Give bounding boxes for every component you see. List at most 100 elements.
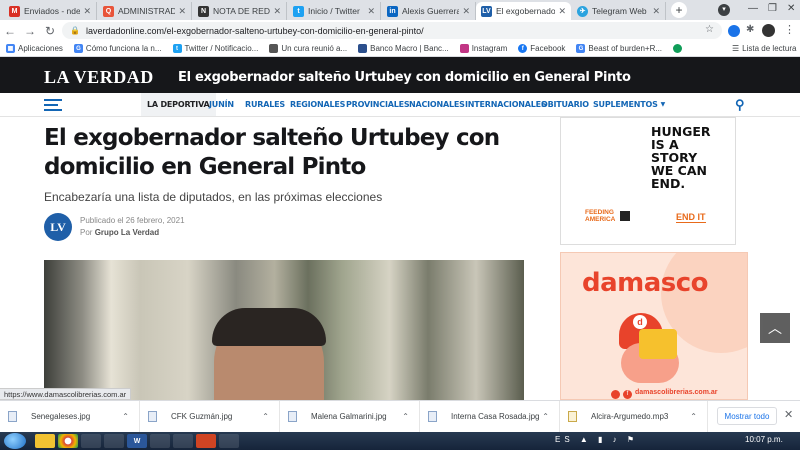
instagram-icon[interactable] <box>611 390 620 399</box>
address-bar[interactable]: 🔒 laverdadonline.com/el-exgobernador-sal… <box>62 22 722 39</box>
bookmark-item[interactable]: t Twitter / Notificacio... <box>172 44 258 53</box>
taskbar-app-icon[interactable] <box>104 434 124 448</box>
author-avatar[interactable]: LV <box>44 213 72 241</box>
nav-internacionales[interactable]: INTERNACIONALES <box>465 93 547 116</box>
forward-icon[interactable]: → <box>20 24 40 38</box>
start-button[interactable] <box>4 433 26 449</box>
show-all-downloads-button[interactable]: Mostrar todo <box>717 407 777 425</box>
bookmark-item[interactable]: G Cómo funciona la n... <box>73 44 162 53</box>
taskbar-clock[interactable]: 10:07 p.m. <box>745 435 783 444</box>
window-close-icon[interactable]: ✕ <box>787 3 795 14</box>
tab-search-icon[interactable]: ▾ <box>718 4 730 16</box>
download-item[interactable]: Malena Galmarini.jpg ⌃ <box>280 400 420 433</box>
taskbar-app-icon[interactable] <box>150 434 170 448</box>
bookmark-item[interactable]: G Beast of burden+R... <box>576 44 662 53</box>
chevron-up-icon[interactable]: ⌃ <box>122 412 129 421</box>
close-icon[interactable]: ✕ <box>558 6 566 17</box>
tab-la-verdad[interactable]: LVEl exgobernador s✕ <box>476 2 571 20</box>
close-icon[interactable]: ✕ <box>367 6 375 17</box>
powerpoint-icon[interactable] <box>196 434 216 448</box>
new-tab-button[interactable]: + <box>671 2 687 18</box>
tab-gmail[interactable]: MEnviados - ndeem✕ <box>4 2 97 20</box>
photo-hair <box>212 308 326 346</box>
bookmark-item[interactable] <box>673 44 685 53</box>
search-icon[interactable]: ⚲ <box>735 97 745 113</box>
close-icon[interactable]: ✕ <box>83 6 91 17</box>
tab-linkedin[interactable]: inAlexis Guerrera a✕ <box>382 2 476 20</box>
download-item[interactable]: Senegaleses.jpg ⌃ <box>0 400 140 433</box>
taskbar-app-icon[interactable] <box>173 434 193 448</box>
taskbar-app-icon[interactable] <box>219 434 239 448</box>
chevron-up-icon[interactable]: ⌃ <box>542 412 549 421</box>
close-downloads-icon[interactable]: ✕ <box>784 408 793 421</box>
tab-administrador[interactable]: QADMINISTRADOR✕ <box>98 2 192 20</box>
extensions-puzzle-icon[interactable]: ✱ <box>746 24 754 35</box>
telegram-icon: ✈ <box>577 5 588 17</box>
site-logo[interactable]: LA VERDAD <box>44 67 154 88</box>
twitter-icon: t <box>293 5 304 17</box>
feeding-america-logo: FEEDING AMERICA <box>585 209 616 223</box>
bookmark-item[interactable]: Instagram <box>459 44 507 53</box>
menu-dots-icon[interactable]: ⋮ <box>784 23 795 36</box>
word-icon[interactable]: W <box>127 434 147 448</box>
mascot-book <box>639 329 677 359</box>
nav-obituario[interactable]: OBITUARIO <box>541 93 589 116</box>
download-item[interactable]: Interna Casa Rosada.jpg ⌃ <box>420 400 560 433</box>
nav-junin[interactable]: JUNÍN <box>209 93 234 116</box>
site-nav: LA DEPORTIVA JUNÍN RURALES REGIONALES PR… <box>0 93 800 117</box>
link-status-bar: https://www.damascolibrerias.com.ar <box>0 388 132 400</box>
google-icon: G <box>73 44 83 53</box>
close-icon[interactable]: ✕ <box>178 6 186 17</box>
extension-icon[interactable] <box>728 25 740 37</box>
download-item[interactable]: Alcira-Argumedo.mp3 ⌃ <box>560 400 708 433</box>
facebook-icon[interactable]: f <box>623 390 632 399</box>
url-text: laverdadonline.com/el-exgobernador-salte… <box>85 25 424 36</box>
bookmark-item[interactable]: Banco Macro | Banc... <box>358 44 449 53</box>
chevron-up-icon[interactable]: ⌃ <box>402 412 409 421</box>
damasco-logo: damasco <box>582 268 709 298</box>
bank-icon <box>358 44 368 53</box>
hamburger-menu-icon[interactable] <box>44 99 62 111</box>
reading-list[interactable]: ☰ Lista de lectura <box>732 44 796 53</box>
minimize-icon[interactable]: — <box>748 3 758 14</box>
article-subhead: Encabezaría una lista de diputados, en l… <box>44 190 383 204</box>
nav-la-deportiva[interactable]: LA DEPORTIVA <box>141 93 216 116</box>
chevron-up-icon[interactable]: ⌃ <box>690 412 697 421</box>
chevron-down-icon: ▼ <box>660 101 666 108</box>
nav-provinciales[interactable]: PROVINCIALES <box>346 93 410 116</box>
tab-telegram[interactable]: ✈ Telegram Web ✕ <box>572 2 666 20</box>
nav-regionales[interactable]: REGIONALES <box>290 93 345 116</box>
file-explorer-icon[interactable] <box>35 434 55 448</box>
scroll-to-top-button[interactable]: ︿ <box>760 313 790 343</box>
author-link[interactable]: Grupo La Verdad <box>95 228 159 237</box>
language-indicator[interactable]: ES <box>555 435 574 444</box>
site-header: LA VERDAD El exgobernador salteño Urtube… <box>0 57 800 93</box>
windows-taskbar: W <box>0 432 800 450</box>
bookmark-star-icon[interactable]: ☆ <box>705 24 714 35</box>
twitter-icon: t <box>172 44 182 53</box>
bookmark-item[interactable]: f Facebook <box>518 44 565 53</box>
nav-suplementos[interactable]: SUPLEMENTOS ▼ <box>593 93 665 116</box>
end-it-link[interactable]: END IT <box>676 212 706 223</box>
damasco-url[interactable]: damascolibrerias.com.ar <box>635 389 718 396</box>
author-byline: Por Grupo La Verdad <box>80 228 160 237</box>
tab-nota-redaccion[interactable]: NNOTA DE REDACC✕ <box>193 2 287 20</box>
tab-twitter[interactable]: t Inicio / Twitter ✕ <box>288 2 381 20</box>
nav-rurales[interactable]: RURALES <box>245 93 285 116</box>
reload-icon[interactable]: ↻ <box>40 24 60 38</box>
close-icon[interactable]: ✕ <box>462 6 470 17</box>
download-item[interactable]: CFK Guzmán.jpg ⌃ <box>140 400 280 433</box>
chrome-icon[interactable] <box>58 434 78 448</box>
profile-avatar[interactable] <box>762 24 775 37</box>
close-icon[interactable]: ✕ <box>652 6 660 17</box>
chevron-up-icon[interactable]: ⌃ <box>262 412 269 421</box>
close-icon[interactable]: ✕ <box>273 6 281 17</box>
taskbar-app-icon[interactable] <box>81 434 101 448</box>
image-file-icon <box>428 411 437 422</box>
nav-nacionales[interactable]: NACIONALES <box>409 93 465 116</box>
back-icon[interactable]: ← <box>0 24 20 38</box>
bookmark-item[interactable]: Un cura reunió a... <box>269 44 347 53</box>
bookmark-apps[interactable]: ▦ Aplicaciones <box>6 44 63 53</box>
maximize-icon[interactable]: ❐ <box>768 3 777 14</box>
article-photo[interactable] <box>44 260 524 400</box>
